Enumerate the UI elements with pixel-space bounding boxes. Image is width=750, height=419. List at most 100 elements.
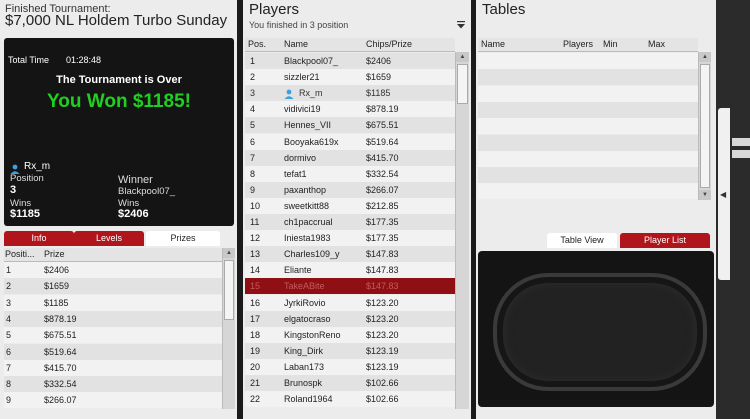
table-row[interactable]: 14 Eliante $147.83 — [245, 262, 455, 279]
table-list-row[interactable] — [478, 85, 698, 102]
table-row[interactable]: 8 tefat1 $332.54 — [245, 165, 455, 182]
table-row[interactable]: 20 Laban173 $123.19 — [245, 358, 455, 375]
table-row[interactable]: 9 $266.07 — [4, 392, 222, 409]
tab-info[interactable]: Info — [4, 231, 74, 246]
tab-player-list[interactable]: Player List — [620, 233, 710, 248]
table-row[interactable]: 4 $878.19 — [4, 310, 222, 327]
col-chips-prize[interactable]: Chips/Prize — [366, 38, 412, 51]
person-icon — [10, 161, 20, 174]
player-name: tefat1 — [284, 168, 307, 179]
player-name: vidivici19 — [284, 104, 321, 115]
player-chips-prize: $123.19 — [366, 345, 399, 356]
table-row[interactable]: 1 $2406 — [4, 262, 222, 278]
prize-position: 1 — [6, 265, 12, 275]
tables-scrollbar[interactable]: ▲ ▼ — [698, 52, 711, 200]
tab-prizes[interactable]: Prizes — [146, 231, 220, 246]
col-table-name[interactable]: Name — [481, 38, 505, 51]
player-name: Roland1964 — [284, 394, 333, 405]
table-row[interactable]: 7 $415.70 — [4, 359, 222, 376]
player-chips-prize: $147.83 — [366, 265, 399, 276]
table-list-row[interactable] — [478, 183, 698, 200]
tab-table-view[interactable]: Table View — [547, 233, 617, 248]
side-tab-2[interactable] — [732, 150, 750, 158]
table-row[interactable]: 3 Rx_m $1185 — [245, 85, 455, 102]
table-row[interactable]: 1 Blackpool07_ $2406 — [245, 53, 455, 69]
table-row[interactable]: 11 ch1paccrual $177.35 — [245, 214, 455, 230]
table-list-row[interactable] — [478, 101, 698, 118]
tables-scroll-thumb[interactable] — [700, 64, 710, 188]
table-row[interactable]: 19 King_Dirk $123.19 — [245, 342, 455, 359]
table-row[interactable]: 5 Hennes_VII $675.51 — [245, 117, 455, 134]
prize-amount: $519.64 — [44, 346, 77, 357]
arrow-up-icon[interactable]: ▲ — [223, 248, 235, 258]
arrow-up-icon[interactable]: ▲ — [699, 52, 711, 62]
collapse-handle[interactable]: ◀ — [718, 108, 730, 280]
col-name[interactable]: Name — [284, 38, 308, 51]
col-table-max[interactable]: Max — [648, 38, 665, 51]
col-table-players[interactable]: Players — [563, 38, 593, 51]
col-table-min[interactable]: Min — [603, 38, 618, 51]
prize-position: 9 — [6, 395, 12, 406]
winner-wins-value: $2406 — [118, 208, 149, 220]
table-list-row[interactable] — [478, 167, 698, 184]
table-row[interactable]: 2 sizzler21 $1659 — [245, 69, 455, 86]
table-row[interactable]: 15 TakeABite $147.83 — [245, 278, 455, 295]
player-chips-prize: $177.35 — [366, 217, 399, 227]
players-finish-position: You finished in 3 position — [249, 20, 349, 30]
tables-panel: Tables Name Players Min Max ▲ ▼ Table Vi… — [476, 0, 716, 419]
col-prize[interactable]: Prize — [44, 248, 65, 261]
table-list-row[interactable] — [478, 150, 698, 167]
players-scroll-thumb[interactable] — [457, 64, 468, 104]
total-time-value: 01:28:48 — [66, 55, 102, 65]
table-row[interactable]: 22 Roland1964 $102.66 — [245, 391, 455, 408]
table-row[interactable]: 16 JyrkiRovio $123.20 — [245, 294, 455, 311]
table-row[interactable]: 18 KingstonReno $123.20 — [245, 326, 455, 343]
table-row[interactable]: 2 $1659 — [4, 278, 222, 295]
prize-position: 8 — [6, 379, 12, 390]
table-list-row[interactable] — [478, 134, 698, 151]
prize-amount: $1185 — [44, 297, 69, 308]
side-tab-1[interactable] — [732, 138, 750, 146]
player-chips-prize: $2406 — [366, 56, 392, 66]
player-name: Charles109_y — [284, 249, 340, 260]
table-row[interactable]: 21 Brunospk $102.66 — [245, 375, 455, 391]
table-row[interactable]: 12 Iniesta1983 $177.35 — [245, 230, 455, 247]
player-name: King_Dirk — [284, 345, 324, 356]
table-row[interactable]: 9 paxanthop $266.07 — [245, 181, 455, 198]
arrow-up-icon[interactable]: ▲ — [456, 52, 469, 62]
table-list-row[interactable] — [478, 53, 698, 69]
prizes-scrollbar[interactable]: ▲ — [222, 248, 235, 409]
table-row[interactable]: 10 sweetkitt88 $212.85 — [245, 197, 455, 214]
table-row[interactable]: 8 $332.54 — [4, 376, 222, 393]
player-name: dormivo — [284, 152, 317, 163]
arrow-down-icon[interactable]: ▼ — [699, 190, 711, 200]
filter-icon[interactable] — [457, 21, 465, 31]
player-name: Laban173 — [284, 361, 325, 372]
table-list-row[interactable] — [478, 118, 698, 135]
prizes-scroll-thumb[interactable] — [224, 260, 234, 320]
table-row[interactable]: 6 Booyaka619x $519.64 — [245, 133, 455, 150]
player-chips-prize: $123.20 — [366, 297, 399, 308]
tournament-panel: Finished Tournament: $7,000 NL Holdem Tu… — [0, 0, 237, 419]
table-row[interactable]: 17 elgatocraso $123.20 — [245, 310, 455, 327]
players-scrollbar[interactable]: ▲ — [455, 52, 469, 409]
table-row[interactable]: 6 $519.64 — [4, 343, 222, 360]
tab-levels[interactable]: Levels — [74, 231, 144, 246]
player-position: 13 — [250, 249, 261, 260]
table-list-row[interactable] — [478, 69, 698, 86]
player-chips-prize: $102.66 — [366, 378, 399, 388]
col-pos[interactable]: Pos. — [248, 38, 266, 51]
table-row[interactable]: 7 dormivo $415.70 — [245, 149, 455, 166]
player-name: Booyaka619x — [284, 136, 339, 147]
tournament-result-box: Total Time 01:28:48 The Tournament is Ov… — [4, 38, 234, 226]
chevron-left-icon[interactable]: ◀ — [720, 190, 726, 199]
table-row[interactable]: 4 vidivici19 $878.19 — [245, 101, 455, 118]
prize-position: 6 — [6, 346, 12, 357]
col-position[interactable]: Positi... — [5, 248, 35, 261]
table-row[interactable]: 5 $675.51 — [4, 327, 222, 344]
player-position: 2 — [250, 72, 256, 83]
table-row[interactable]: 3 $1185 — [4, 294, 222, 311]
player-name: Blackpool07_ — [284, 56, 339, 66]
prize-position: 5 — [6, 330, 12, 341]
table-row[interactable]: 13 Charles109_y $147.83 — [245, 246, 455, 263]
